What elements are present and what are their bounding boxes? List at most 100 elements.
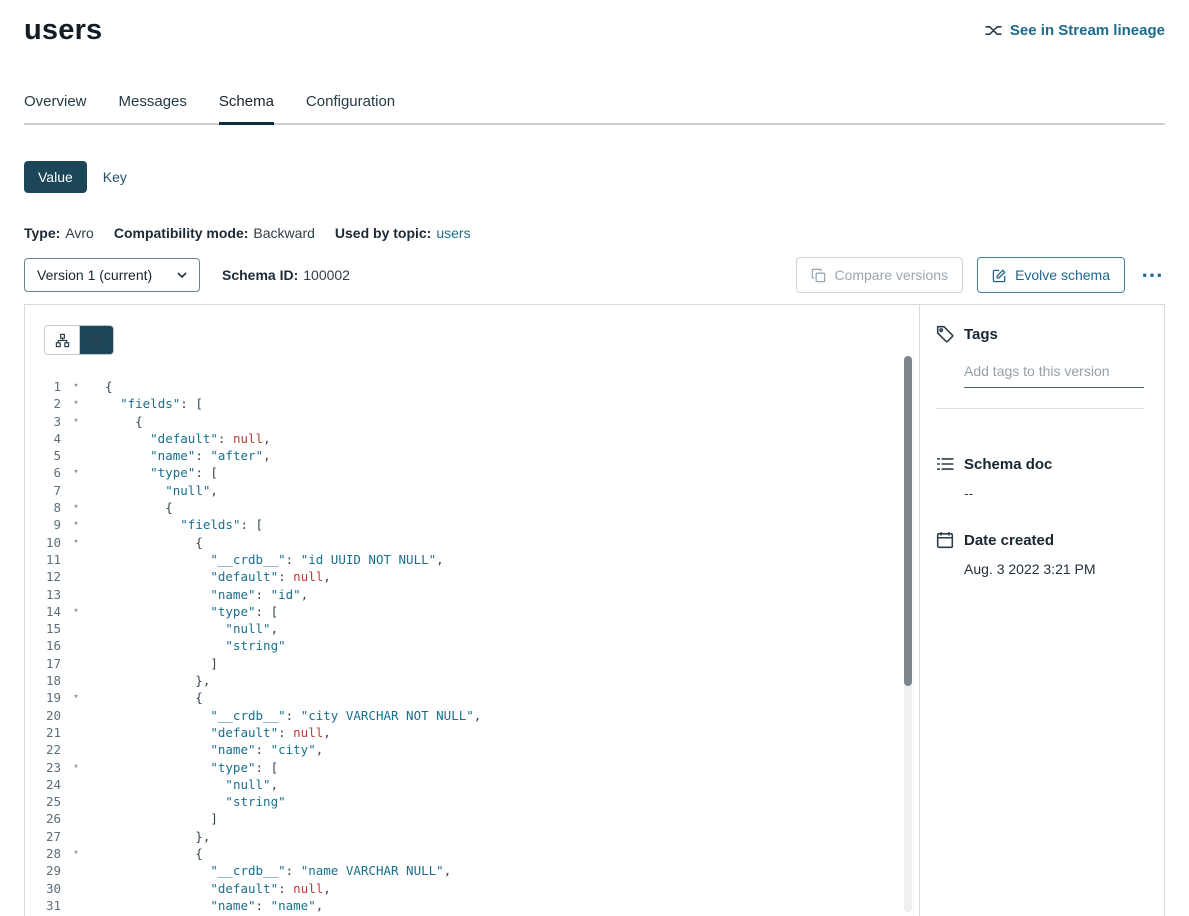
code-line: 15 "null", (25, 620, 919, 637)
code-text: "null", (105, 620, 278, 637)
schema-panel: 1▾{2▾ "fields": [3▾ {4 "default": null,5… (24, 304, 1165, 916)
code-view-button[interactable] (79, 326, 113, 354)
code-line: 6▾ "type": [ (25, 464, 919, 481)
tab-bar: Overview Messages Schema Configuration (24, 93, 1165, 125)
value-toggle-button[interactable]: Value (24, 161, 87, 193)
schema-meta: Type: Avro Compatibility mode: Backward … (24, 225, 1165, 241)
topic-link[interactable]: users (436, 225, 470, 241)
stream-lineage-icon (985, 22, 1002, 39)
fold-spacer (69, 741, 83, 758)
code-text: ] (105, 655, 218, 672)
fold-spacer (69, 551, 83, 568)
fold-toggle-icon[interactable]: ▾ (69, 689, 83, 706)
page: users See in Stream lineage Overview Mes… (0, 0, 1189, 916)
code-line: 10▾ { (25, 534, 919, 551)
code-line: 31 "name": "name", (25, 897, 919, 914)
code-text: "null", (105, 482, 218, 499)
date-created-title: Date created (964, 532, 1054, 549)
fold-toggle-icon[interactable]: ▾ (69, 413, 83, 430)
scrollbar-thumb[interactable] (904, 356, 912, 686)
fold-toggle-icon[interactable]: ▾ (69, 534, 83, 551)
fold-spacer (69, 637, 83, 654)
tab-overview[interactable]: Overview (24, 93, 87, 123)
code-text: { (105, 378, 113, 395)
code-line: 11 "__crdb__": "id UUID NOT NULL", (25, 551, 919, 568)
line-number: 22 (25, 741, 61, 758)
code-line: 16 "string" (25, 637, 919, 654)
tab-configuration[interactable]: Configuration (306, 93, 395, 123)
code-text: "default": null, (105, 724, 331, 741)
code-text: { (105, 845, 203, 862)
tags-section: Tags (936, 325, 1144, 409)
fold-toggle-icon[interactable]: ▾ (69, 499, 83, 516)
line-number: 17 (25, 655, 61, 672)
tree-view-button[interactable] (45, 326, 79, 354)
line-number: 29 (25, 862, 61, 879)
line-number: 25 (25, 793, 61, 810)
fold-toggle-icon[interactable]: ▾ (69, 464, 83, 481)
fold-toggle-icon[interactable]: ▾ (69, 845, 83, 862)
line-number: 18 (25, 672, 61, 689)
line-number: 2 (25, 395, 61, 412)
stream-lineage-label: See in Stream lineage (1010, 22, 1165, 39)
fold-toggle-icon[interactable]: ▾ (69, 603, 83, 620)
code-line: 28 ▾ { (25, 845, 919, 862)
more-options-button[interactable]: ⋯ (1139, 264, 1165, 286)
fold-toggle-icon[interactable]: ▾ (69, 759, 83, 776)
code-line: 19▾ { (25, 689, 919, 706)
compare-versions-button[interactable]: Compare versions (796, 257, 963, 293)
code-text: "type": [ (105, 464, 218, 481)
line-number: 13 (25, 586, 61, 603)
code-line: 9▾ "fields": [ (25, 516, 919, 533)
line-number: 9 (25, 516, 61, 533)
version-select[interactable]: Version 1 (current) (24, 258, 200, 292)
tree-view-icon (55, 333, 70, 348)
compare-versions-icon (811, 268, 826, 283)
code-text: "default": null, (105, 880, 331, 897)
code-line: 25 "string" (25, 793, 919, 810)
line-number: 11 (25, 551, 61, 568)
stream-lineage-link[interactable]: See in Stream lineage (985, 22, 1165, 39)
schema-doc-header: Schema doc (936, 455, 1144, 473)
schema-doc-value: -- (964, 485, 1144, 501)
line-number: 20 (25, 707, 61, 724)
line-number: 12 (25, 568, 61, 585)
code-text: "string" (105, 637, 286, 654)
fold-toggle-icon[interactable]: ▾ (69, 378, 83, 395)
fold-toggle-icon[interactable]: ▾ (69, 395, 83, 412)
line-number: 28 (25, 845, 61, 862)
version-select-value: Version 1 (current) (37, 267, 152, 283)
fold-spacer (69, 793, 83, 810)
evolve-schema-button[interactable]: Evolve schema (977, 257, 1125, 293)
code-text: ] (105, 810, 218, 827)
editor-scrollbar[interactable] (904, 356, 912, 912)
tags-title: Tags (964, 326, 998, 343)
meta-used-by-topic: Used by topic: users (335, 225, 471, 241)
code-text: "string" (105, 793, 286, 810)
code-line: 29 "__crdb__": "name VARCHAR NULL", (25, 862, 919, 879)
add-tags-input[interactable] (964, 359, 1144, 388)
code-line: 17 ] (25, 655, 919, 672)
fold-spacer (69, 707, 83, 724)
tags-header: Tags (936, 325, 1144, 343)
code-line: 3▾ { (25, 413, 919, 430)
code-line: 2▾ "fields": [ (25, 395, 919, 412)
code-line: 14▾ "type": [ (25, 603, 919, 620)
editor-toolbar (25, 305, 919, 355)
code-text: "name": "city", (105, 741, 323, 758)
tab-messages[interactable]: Messages (119, 93, 187, 123)
tab-schema[interactable]: Schema (219, 93, 274, 123)
code-line: 5 "name": "after", (25, 447, 919, 464)
code-line: 22 "name": "city", (25, 741, 919, 758)
code-text: "default": null, (105, 430, 271, 447)
code-line: 12 "default": null, (25, 568, 919, 585)
key-toggle-button[interactable]: Key (93, 161, 137, 193)
schema-sidebar: Tags Schema doc -- (920, 305, 1164, 916)
code-line: 8▾ { (25, 499, 919, 516)
date-created-value: Aug. 3 2022 3:21 PM (964, 561, 1144, 577)
code-lines: 1▾{2▾ "fields": [3▾ {4 "default": null,5… (25, 378, 919, 916)
fold-spacer (69, 880, 83, 897)
fold-toggle-icon[interactable]: ▾ (69, 516, 83, 533)
line-number: 7 (25, 482, 61, 499)
code-line: 13 "name": "id", (25, 586, 919, 603)
